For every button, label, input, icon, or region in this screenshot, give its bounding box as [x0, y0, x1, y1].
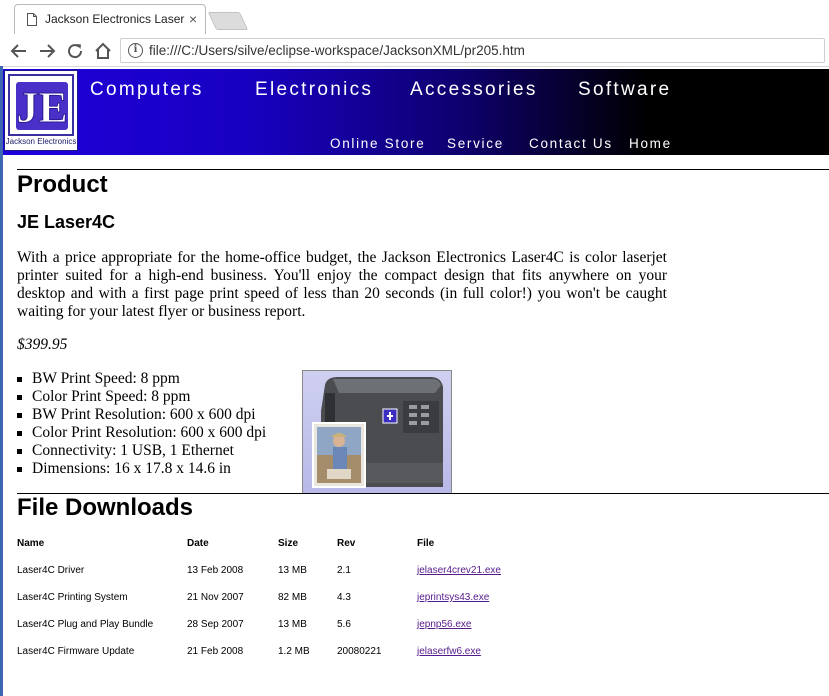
- reload-icon: [68, 44, 83, 59]
- reload-button[interactable]: [64, 40, 86, 62]
- info-icon[interactable]: i: [128, 43, 143, 58]
- cell-date: 21 Nov 2007: [187, 592, 244, 603]
- cell-size: 13 MB: [278, 565, 307, 576]
- spec-item: Color Print Resolution: 600 x 600 dpi: [17, 424, 266, 442]
- product-description: With a price appropriate for the home-of…: [17, 249, 667, 320]
- cell-date: 13 Feb 2008: [187, 565, 244, 576]
- window-edge: [0, 66, 3, 696]
- browser-toolbar: i file:///C:/Users/silve/eclipse-workspa…: [0, 36, 829, 67]
- cell-name: Laser4C Plug and Play Bundle: [17, 619, 154, 630]
- logo-monogram: JE: [16, 83, 67, 130]
- cell-file: jelaserfw6.exe: [417, 646, 481, 657]
- logo-frame: JE: [8, 74, 74, 136]
- spec-item: BW Print Resolution: 600 x 600 dpi: [17, 406, 266, 424]
- site-banner: JE Jackson Electronics Computers Electro…: [3, 69, 829, 155]
- spec-list: BW Print Speed: 8 ppm Color Print Speed:…: [17, 370, 266, 478]
- column-header-rev: Rev: [337, 538, 356, 549]
- cell-rev: 2.1: [337, 565, 351, 576]
- tab-strip: Jackson Electronics Laser ×: [0, 0, 829, 36]
- column-header-name: Name: [17, 538, 45, 549]
- document-icon: [27, 13, 37, 26]
- download-link[interactable]: jeprintsys43.exe: [417, 592, 489, 603]
- new-tab-button[interactable]: [207, 12, 249, 30]
- back-arrow-icon: [10, 44, 26, 58]
- nav-electronics[interactable]: Electronics: [255, 79, 373, 101]
- product-name: JE Laser4C: [17, 212, 116, 232]
- forward-button[interactable]: [36, 40, 58, 62]
- address-bar[interactable]: i file:///C:/Users/silve/eclipse-workspa…: [120, 38, 825, 63]
- product-heading: Product: [17, 171, 108, 198]
- close-icon[interactable]: ×: [189, 11, 197, 27]
- page-content: JE Jackson Electronics Computers Electro…: [0, 66, 829, 696]
- column-header-date: Date: [187, 538, 209, 549]
- logo-caption: Jackson Electronics: [5, 137, 77, 146]
- product-price: $399.95: [17, 336, 68, 353]
- home-button[interactable]: [92, 40, 114, 62]
- cell-size: 82 MB: [278, 592, 307, 603]
- column-header-size: Size: [278, 538, 299, 549]
- download-link[interactable]: jelaserfw6.exe: [417, 646, 481, 657]
- downloads-heading: File Downloads: [17, 494, 194, 521]
- spec-item: Color Print Speed: 8 ppm: [17, 388, 266, 406]
- product-image: [302, 370, 452, 494]
- cell-name: Laser4C Driver: [17, 565, 85, 576]
- cell-name: Laser4C Printing System: [17, 592, 128, 603]
- cell-name: Laser4C Firmware Update: [17, 646, 135, 657]
- browser-tab[interactable]: Jackson Electronics Laser ×: [14, 4, 206, 34]
- cell-file: jepnp56.exe: [417, 619, 472, 630]
- spec-item: Dimensions: 16 x 17.8 x 14.6 in: [17, 460, 266, 478]
- back-button[interactable]: [8, 40, 30, 62]
- download-link[interactable]: jelaser4crev21.exe: [417, 565, 501, 576]
- nav-contact-us[interactable]: Contact Us: [529, 136, 613, 151]
- home-icon: [95, 42, 111, 59]
- nav-service[interactable]: Service: [447, 136, 504, 151]
- cell-file: jelaser4crev21.exe: [417, 565, 501, 576]
- url-text[interactable]: file:///C:/Users/silve/eclipse-workspace…: [149, 43, 525, 58]
- spec-item: BW Print Speed: 8 ppm: [17, 370, 266, 388]
- cell-date: 21 Feb 2008: [187, 646, 244, 657]
- forward-arrow-icon: [40, 44, 56, 58]
- printer-photo-icon: [312, 377, 443, 488]
- cell-size: 13 MB: [278, 619, 307, 630]
- download-link[interactable]: jepnp56.exe: [417, 619, 472, 630]
- divider: [17, 169, 829, 170]
- cell-file: jeprintsys43.exe: [417, 592, 489, 603]
- cell-rev: 4.3: [337, 592, 351, 603]
- cell-rev: 5.6: [337, 619, 351, 630]
- cell-rev: 20080221: [337, 646, 382, 657]
- cell-date: 28 Sep 2007: [187, 619, 244, 630]
- tab-title: Jackson Electronics Laser: [45, 12, 185, 26]
- nav-home[interactable]: Home: [629, 136, 672, 151]
- logo-mark: JE: [16, 82, 68, 133]
- nav-software[interactable]: Software: [578, 79, 671, 101]
- column-header-file: File: [417, 538, 435, 549]
- cell-size: 1.2 MB: [278, 646, 310, 657]
- nav-accessories[interactable]: Accessories: [410, 79, 538, 101]
- nav-online-store[interactable]: Online Store: [330, 136, 425, 151]
- nav-computers[interactable]: Computers: [90, 79, 204, 101]
- spec-item: Connectivity: 1 USB, 1 Ethernet: [17, 442, 266, 460]
- site-logo[interactable]: JE Jackson Electronics: [4, 70, 78, 151]
- je-monogram-icon: JE: [16, 83, 68, 133]
